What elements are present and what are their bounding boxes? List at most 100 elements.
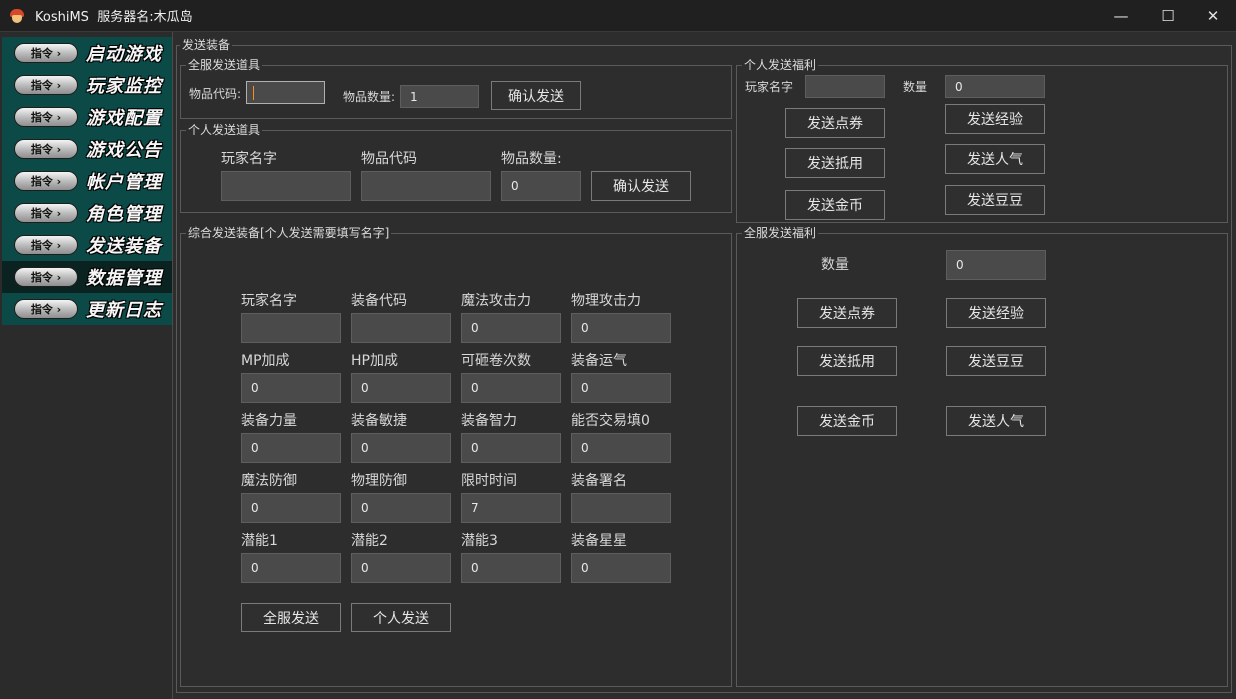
send-voucher-button[interactable]: 发送抵用: [785, 148, 885, 178]
sidebar-item-data-management[interactable]: 指令 › 数据管理: [2, 261, 172, 293]
equip-field-label: 装备星星: [571, 533, 627, 549]
sidebar-item-account-management[interactable]: 指令 › 帐户管理: [2, 165, 172, 197]
quantity-input[interactable]: 0: [945, 75, 1045, 98]
sidebar-item-game-config[interactable]: 指令 › 游戏配置: [2, 101, 172, 133]
sidebar-item-label: 游戏公告: [86, 140, 162, 161]
command-button[interactable]: 指令 ›: [14, 139, 78, 159]
potential-2-input[interactable]: 0: [351, 553, 451, 583]
equip-field-label: 限时时间: [461, 473, 517, 489]
equip-field-label: 装备代码: [351, 293, 407, 309]
confirm-send-button[interactable]: 确认发送: [491, 81, 581, 110]
dexterity-input[interactable]: 0: [351, 433, 451, 463]
equip-field-label: 玩家名字: [241, 293, 297, 309]
scroll-slots-input[interactable]: 0: [461, 373, 561, 403]
hp-bonus-input[interactable]: 0: [351, 373, 451, 403]
equip-field-label: 装备敏捷: [351, 413, 407, 429]
sidebar-item-label: 数据管理: [86, 268, 162, 289]
sidebar-item-label: 玩家监控: [86, 76, 162, 97]
magic-defense-input[interactable]: 0: [241, 493, 341, 523]
equip-field-label: 潜能2: [351, 533, 388, 549]
sidebar: 指令 › 启动游戏 指令 › 玩家监控 指令 › 游戏配置 指令 › 游戏公告 …: [0, 32, 173, 699]
group-title: 个人发送福利: [742, 58, 819, 72]
signature-input[interactable]: [571, 493, 671, 523]
quantity-input[interactable]: 0: [946, 250, 1046, 280]
send-points-button[interactable]: 发送点券: [785, 108, 885, 138]
command-button[interactable]: 指令 ›: [14, 235, 78, 255]
sidebar-item-player-monitor[interactable]: 指令 › 玩家监控: [2, 69, 172, 101]
send-exp-button[interactable]: 发送经验: [946, 298, 1046, 328]
item-code-input[interactable]: [246, 81, 325, 104]
command-button[interactable]: 指令 ›: [14, 299, 78, 319]
intelligence-input[interactable]: 0: [461, 433, 561, 463]
tradeable-input[interactable]: 0: [571, 433, 671, 463]
equip-code-input[interactable]: [351, 313, 451, 343]
equip-field-label: 可砸卷次数: [461, 353, 531, 369]
send-beans-button[interactable]: 发送豆豆: [946, 346, 1046, 376]
command-button[interactable]: 指令 ›: [14, 43, 78, 63]
command-button[interactable]: 指令 ›: [14, 171, 78, 191]
sidebar-item-label: 角色管理: [86, 204, 162, 225]
equip-field-label: 装备力量: [241, 413, 297, 429]
player-name-input[interactable]: [805, 75, 885, 98]
item-code-label: 物品代码: [361, 151, 417, 167]
strength-input[interactable]: 0: [241, 433, 341, 463]
sidebar-item-update-log[interactable]: 指令 › 更新日志: [2, 293, 172, 325]
send-personal-button[interactable]: 个人发送: [351, 603, 451, 632]
player-name-label: 玩家名字: [221, 151, 277, 167]
send-points-button[interactable]: 发送点券: [797, 298, 897, 328]
sidebar-item-start-game[interactable]: 指令 › 启动游戏: [2, 37, 172, 69]
command-button[interactable]: 指令 ›: [14, 107, 78, 127]
physical-defense-input[interactable]: 0: [351, 493, 451, 523]
command-button[interactable]: 指令 ›: [14, 75, 78, 95]
confirm-send-button[interactable]: 确认发送: [591, 171, 691, 201]
luck-input[interactable]: 0: [571, 373, 671, 403]
equip-field-label: 装备运气: [571, 353, 627, 369]
group-title: 综合发送装备[个人发送需要填写名字]: [186, 226, 392, 240]
send-fame-button[interactable]: 发送人气: [946, 406, 1046, 436]
equip-field-label: MP加成: [241, 353, 290, 369]
title-bar: KoshiMS 服务器名:木瓜岛 — ☐ ✕: [0, 0, 1236, 32]
player-name-input[interactable]: [241, 313, 341, 343]
command-button[interactable]: 指令 ›: [14, 203, 78, 223]
sidebar-item-send-equipment[interactable]: 指令 › 发送装备: [2, 229, 172, 261]
magic-attack-input[interactable]: 0: [461, 313, 561, 343]
sidebar-item-label: 帐户管理: [86, 172, 162, 193]
potential-3-input[interactable]: 0: [461, 553, 561, 583]
sidebar-item-label: 更新日志: [86, 300, 162, 321]
equip-field-label: 魔法攻击力: [461, 293, 531, 309]
potential-1-input[interactable]: 0: [241, 553, 341, 583]
sidebar-item-announcement[interactable]: 指令 › 游戏公告: [2, 133, 172, 165]
star-force-input[interactable]: 0: [571, 553, 671, 583]
send-gold-button[interactable]: 发送金币: [797, 406, 897, 436]
physical-attack-input[interactable]: 0: [571, 313, 671, 343]
item-code-label: 物品代码:: [189, 87, 242, 101]
player-name-input[interactable]: [221, 171, 351, 201]
sidebar-item-label: 启动游戏: [86, 44, 162, 65]
item-code-input[interactable]: [361, 171, 491, 201]
equip-field-label: 物理防御: [351, 473, 407, 489]
sidebar-item-character-management[interactable]: 指令 › 角色管理: [2, 197, 172, 229]
send-voucher-button[interactable]: 发送抵用: [797, 346, 897, 376]
panel-title: 发送装备: [180, 38, 233, 52]
send-fame-button[interactable]: 发送人气: [945, 144, 1045, 174]
send-all-button[interactable]: 全服发送: [241, 603, 341, 632]
sidebar-item-label: 游戏配置: [86, 108, 162, 129]
maximize-button[interactable]: ☐: [1145, 0, 1191, 32]
group-title: 个人发送道具: [186, 123, 263, 137]
item-qty-label: 物品数量:: [343, 90, 396, 104]
minimize-button[interactable]: —: [1098, 0, 1144, 32]
equip-field-label: 物理攻击力: [571, 293, 641, 309]
equip-field-label: 能否交易填0: [571, 413, 650, 429]
command-button[interactable]: 指令 ›: [14, 267, 78, 287]
item-qty-input[interactable]: 0: [501, 171, 581, 201]
mp-bonus-input[interactable]: 0: [241, 373, 341, 403]
equip-field-label: HP加成: [351, 353, 398, 369]
time-limit-input[interactable]: 7: [461, 493, 561, 523]
window-title: KoshiMS 服务器名:木瓜岛: [35, 10, 193, 25]
item-qty-label: 物品数量:: [501, 151, 562, 167]
send-exp-button[interactable]: 发送经验: [945, 104, 1045, 134]
send-beans-button[interactable]: 发送豆豆: [945, 185, 1045, 215]
item-qty-input[interactable]: 1: [400, 85, 479, 108]
send-gold-button[interactable]: 发送金币: [785, 190, 885, 220]
close-button[interactable]: ✕: [1190, 0, 1236, 32]
